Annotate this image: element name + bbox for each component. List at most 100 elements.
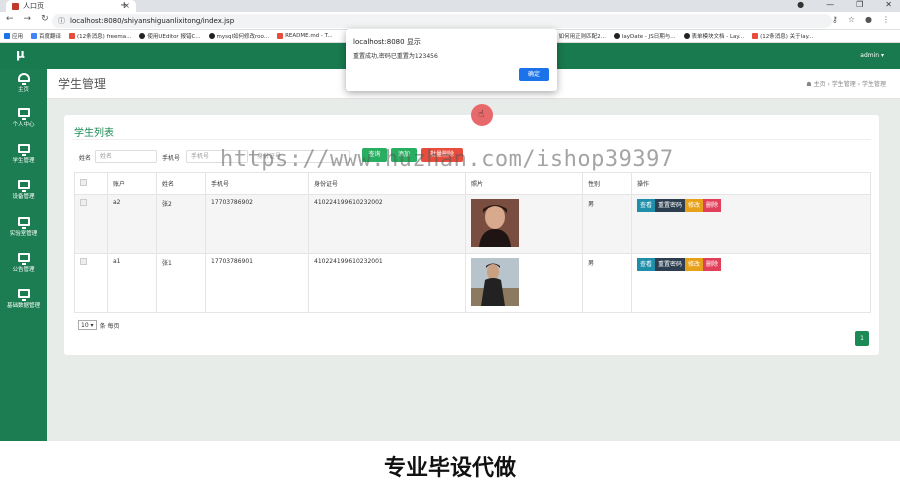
name-search-input[interactable]: 姓名: [95, 150, 157, 163]
close-window-icon[interactable]: ✕: [885, 0, 892, 9]
cell-name: 张2: [156, 194, 206, 254]
cell-account: a1: [107, 253, 157, 313]
phone-label: 手机号: [162, 155, 181, 162]
row-checkbox[interactable]: [80, 258, 87, 265]
table-row: a1 张1 17703786901 410224199610232001 男 查…: [74, 253, 871, 313]
divider: [72, 139, 871, 140]
page-number-button[interactable]: 1: [855, 331, 869, 346]
bookmark-item[interactable]: 百度翻译: [31, 32, 61, 40]
sidebar-item-labs[interactable]: 实验室管理: [0, 217, 47, 237]
tab-favicon-icon: [12, 2, 19, 10]
cell-gender: 男: [582, 194, 632, 254]
cell-id-card: 410224199610232002: [308, 194, 466, 254]
sidebar-item-devices[interactable]: 设备管理: [0, 180, 47, 200]
edit-button[interactable]: 修改: [685, 258, 704, 271]
browser-actions: ⚷ ☆ ● ⋮: [832, 15, 890, 24]
breadcrumb[interactable]: ☗ 主页 › 学生管理 › 学生管理: [806, 79, 886, 88]
watermark-text: https://www.huzhan.com/ishop39397: [220, 147, 674, 172]
minimize-icon[interactable]: —: [826, 0, 834, 9]
table-row: a2 张2 17703786902 410224199610232002 男 查…: [74, 194, 871, 254]
monitor-icon: [17, 108, 30, 120]
sidebar-item-notices[interactable]: 公告管理: [0, 253, 47, 273]
key-icon[interactable]: ⚷: [832, 15, 838, 24]
csdn-icon: [752, 33, 759, 39]
monitor-icon: [17, 144, 30, 156]
bookmark-item[interactable]: mysql如何修改roo...: [208, 32, 269, 40]
browser-tab[interactable]: 人口页 ×: [6, 0, 136, 12]
sidebar-item-profile[interactable]: 个人中心: [0, 108, 47, 128]
cursor-pointer-icon: [471, 104, 493, 126]
page-size-control: 10 ▾ 条 每页: [78, 320, 119, 330]
bookmark-item[interactable]: 表单模块文档 - Lay...: [683, 32, 744, 40]
profile-icon[interactable]: ●: [797, 0, 804, 9]
bookmark-item[interactable]: README.md - T...: [277, 33, 333, 39]
brand-logo[interactable]: μ: [16, 47, 25, 61]
new-tab-icon[interactable]: +: [120, 0, 128, 11]
dialog-ok-button[interactable]: 确定: [519, 68, 549, 81]
star-icon[interactable]: ☆: [848, 15, 855, 24]
edit-button[interactable]: 修改: [685, 199, 704, 212]
student-table: 账户 姓名 手机号 身份证号 照片 性别 操作 a2 张2 1770378690…: [74, 172, 871, 313]
bookmark-item[interactable]: 如何用正则匹配2...: [550, 32, 606, 40]
view-button[interactable]: 查看: [637, 199, 656, 212]
cell-actions: 查看 重置密码 修改 删除: [631, 253, 871, 313]
dialog-message: 重置成功,密码已重置为123456: [353, 53, 438, 60]
student-photo: [471, 199, 519, 247]
bookmark-item[interactable]: 使用UEditor 报错C...: [139, 32, 201, 40]
layui-icon: [683, 33, 690, 39]
gitee-icon: [277, 33, 284, 39]
bookmark-item[interactable]: layDate - JS日期与...: [613, 32, 676, 40]
maximize-icon[interactable]: ❐: [856, 0, 863, 9]
cell-photo: [465, 194, 583, 254]
delete-button[interactable]: 删除: [703, 199, 722, 212]
info-icon[interactable]: ⓘ: [58, 16, 65, 26]
forward-icon[interactable]: →: [24, 14, 32, 24]
monitor-icon: [17, 217, 30, 229]
nav-buttons: ← → ↻: [6, 14, 49, 24]
page-size-select[interactable]: 10 ▾: [78, 320, 97, 330]
promo-text: 专业毕设代做: [383, 456, 516, 481]
github-icon: [208, 33, 215, 39]
window-controls: ● — ❐ ✕: [797, 0, 892, 9]
monitor-icon: [17, 180, 30, 192]
row-checkbox[interactable]: [80, 199, 87, 206]
col-gender: 性别: [582, 172, 632, 195]
monitor-icon: [17, 253, 30, 265]
name-label: 姓名: [79, 155, 92, 162]
student-photo: [471, 258, 519, 306]
csdn-icon: [69, 33, 76, 39]
sidebar-item-students[interactable]: 学生管理: [0, 144, 47, 164]
bookmark-item[interactable]: (12条消息) freema...: [69, 32, 131, 40]
bookmark-item[interactable]: 应用: [4, 32, 23, 40]
select-all-checkbox[interactable]: [80, 179, 87, 186]
reset-password-button[interactable]: 重置密码: [655, 199, 686, 212]
card-title: 学生列表: [74, 128, 114, 139]
delete-button[interactable]: 删除: [703, 258, 722, 271]
monitor-icon: [17, 289, 30, 301]
translate-icon: [31, 33, 38, 39]
view-button[interactable]: 查看: [637, 258, 656, 271]
cell-gender: 男: [582, 253, 632, 313]
col-photo: 照片: [465, 172, 583, 195]
col-name: 姓名: [156, 172, 206, 195]
menu-icon[interactable]: ⋮: [882, 15, 890, 24]
page-title: 学生管理: [58, 77, 107, 91]
reload-icon[interactable]: ↻: [41, 14, 49, 24]
dashboard-icon: [17, 73, 30, 85]
col-phone: 手机号: [205, 172, 309, 195]
back-icon[interactable]: ←: [6, 14, 14, 24]
sidebar-item-home[interactable]: 主页: [0, 73, 47, 93]
bookmark-item[interactable]: (12条消息) 关于lay...: [752, 32, 813, 40]
sidebar-item-base-data[interactable]: 基础数据管理: [0, 289, 47, 309]
cell-account: a2: [107, 194, 157, 254]
url-text: localhost:8080/shiyanshiguanlixitong/ind…: [70, 17, 235, 25]
github-icon: [139, 33, 146, 39]
cell-id-card: 410224199610232001: [308, 253, 466, 313]
user-menu[interactable]: admin ▾: [860, 52, 884, 59]
reset-password-button[interactable]: 重置密码: [655, 258, 686, 271]
cell-phone: 17703786901: [205, 253, 309, 313]
account-icon[interactable]: ●: [865, 15, 872, 24]
url-field[interactable]: ⓘ localhost:8080/shiyanshiguanlixitong/i…: [52, 14, 832, 28]
cell-photo: [465, 253, 583, 313]
col-account: 账户: [107, 172, 157, 195]
